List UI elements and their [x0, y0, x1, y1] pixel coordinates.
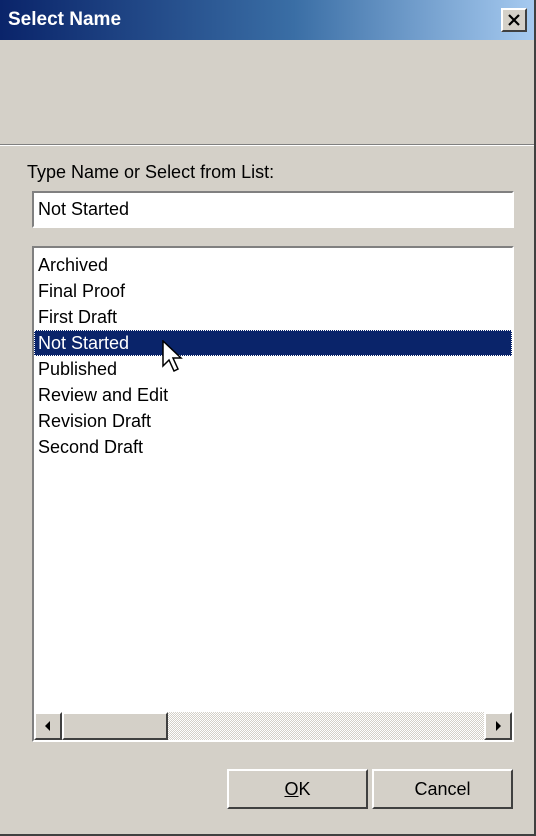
name-listbox[interactable]: Archived Final Proof First Draft Not Starte… [32, 246, 514, 742]
list-item[interactable]: First Draft [34, 304, 512, 330]
scroll-left-button[interactable] [34, 712, 62, 740]
close-icon [508, 14, 520, 26]
prompt-label: Type Name or Select from List: [27, 162, 275, 182]
ok-label-rest: K [298, 778, 311, 799]
scroll-right-button[interactable] [484, 712, 512, 740]
list-item[interactable]: Archived [34, 252, 512, 278]
list-item[interactable]: Second Draft [34, 434, 512, 460]
cancel-button[interactable]: Cancel [372, 769, 513, 809]
list-item[interactable]: Not Started [34, 330, 512, 356]
horizontal-scrollbar[interactable] [34, 712, 512, 740]
list-item[interactable]: Review and Edit [34, 382, 512, 408]
empty-header-area [0, 40, 534, 144]
title-bar[interactable]: Select Name [0, 0, 534, 40]
arrow-left-icon [45, 721, 50, 731]
window-title: Select Name [8, 9, 122, 30]
ok-mnemonic: O [284, 778, 299, 799]
list-item[interactable]: Revision Draft [34, 408, 512, 434]
list-item[interactable]: Published [34, 356, 512, 382]
separator [0, 144, 534, 146]
cancel-label: Cancel [414, 778, 471, 799]
ok-button[interactable]: OK [227, 769, 368, 809]
name-input[interactable] [32, 191, 514, 228]
mouse-pointer-icon [162, 340, 183, 373]
scroll-thumb[interactable] [62, 712, 168, 740]
arrow-right-icon [496, 721, 501, 731]
list-items: Archived Final Proof First Draft Not Starte… [34, 252, 512, 460]
close-button[interactable] [501, 8, 527, 32]
list-item[interactable]: Final Proof [34, 278, 512, 304]
select-name-dialog: Select Name Type Name or Select from Lis… [0, 0, 536, 836]
